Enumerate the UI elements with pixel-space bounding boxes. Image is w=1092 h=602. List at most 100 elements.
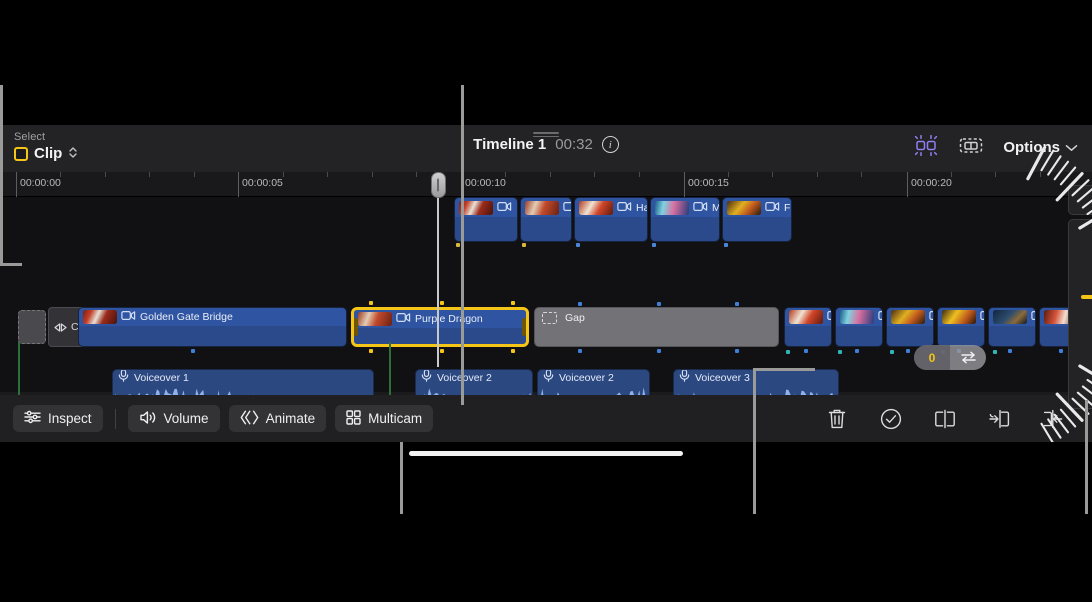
leader-line-left-top xyxy=(0,85,3,265)
clip-marker-dot xyxy=(191,349,195,353)
video-clip[interactable] xyxy=(988,307,1036,347)
gap-marker-dot xyxy=(657,349,661,353)
toolbar-multicam-button[interactable]: Multicam xyxy=(335,405,433,432)
audio-link-dot xyxy=(890,350,894,354)
audio-link-dot xyxy=(838,350,842,354)
speaker-waves-icon xyxy=(139,410,157,428)
clip-marker-dot xyxy=(652,243,656,247)
gap-marker-dot xyxy=(578,349,582,353)
toolbar-right-group xyxy=(824,406,1092,432)
video-clip[interactable] xyxy=(835,307,883,347)
storyline-edge-box[interactable] xyxy=(18,310,46,344)
toolbar-inspect-button[interactable]: Inspect xyxy=(13,405,103,432)
toolbar-animate-button[interactable]: Animate xyxy=(229,405,327,432)
ruler-tick-minor xyxy=(416,172,417,177)
leader-line-whoosh-stub xyxy=(753,368,815,371)
clip-thumbnail xyxy=(789,310,823,324)
video-clip[interactable] xyxy=(784,307,832,347)
selected-marker-dot xyxy=(440,301,444,305)
clip-thumbnail xyxy=(655,201,689,215)
clip-thumbnail xyxy=(840,310,874,324)
clip-thumbnail xyxy=(993,310,1027,324)
toolbar-left-group: Inspect Volume Animate Multicam xyxy=(0,405,433,432)
check-circle-icon[interactable] xyxy=(878,406,904,432)
rail-box-body[interactable] xyxy=(1068,219,1092,409)
storyline-clip[interactable] xyxy=(520,197,572,242)
ruler-tick-minor xyxy=(1040,172,1041,177)
trim-amount-pill[interactable]: 0 xyxy=(914,345,986,370)
clip-marker-dot xyxy=(1059,349,1063,353)
swap-arrows-icon[interactable] xyxy=(950,345,986,370)
leader-line-bottom-mid xyxy=(400,442,403,514)
trim-handle-right[interactable] xyxy=(522,318,526,336)
clip-frame-icon[interactable] xyxy=(958,134,984,161)
trim-start-icon[interactable] xyxy=(986,406,1012,432)
clip-name: Voiceover 1 xyxy=(134,372,189,384)
ruler-tick-minor xyxy=(372,172,373,177)
video-camera-icon xyxy=(121,308,136,326)
clip-name: Hap xyxy=(636,202,647,214)
split-clip-icon[interactable] xyxy=(932,406,958,432)
ruler-label: 00:00:10 xyxy=(461,177,506,189)
grid-four-icon xyxy=(346,410,361,428)
clip-thumbnail xyxy=(459,201,493,215)
video-clip[interactable] xyxy=(937,307,985,347)
options-button[interactable]: Options xyxy=(1003,139,1078,156)
clip-name: Purple Dragon xyxy=(415,313,483,325)
video-camera-icon xyxy=(827,308,831,326)
clip-marker-dot xyxy=(522,243,526,247)
video-clip[interactable]: Golden Gate Bridge xyxy=(78,307,347,347)
timeline-app-panel: Select Clip Timeline 1 00:32 i xyxy=(0,125,1092,442)
timeline-ruler[interactable]: 00:00:0000:00:0500:00:1000:00:1500:00:20 xyxy=(0,172,1092,197)
clip-name: M xyxy=(712,202,719,214)
ruler-tick-minor xyxy=(550,172,551,177)
selected-marker-dot xyxy=(440,349,444,353)
ruler-tick-minor xyxy=(149,172,150,177)
trim-handle-left[interactable] xyxy=(354,318,358,336)
ruler-label: 00:00:00 xyxy=(16,177,61,189)
gap-clip[interactable]: Gap xyxy=(534,307,779,347)
toolbar-volume-button[interactable]: Volume xyxy=(128,405,220,432)
selected-marker-dot xyxy=(369,301,373,305)
leader-line-left-stub xyxy=(0,263,22,266)
video-clip-selected[interactable]: Purple Dragon xyxy=(351,307,529,347)
clip-thumbnail xyxy=(891,310,925,324)
toolbar-button-label: Inspect xyxy=(48,411,92,426)
video-clip[interactable] xyxy=(886,307,934,347)
leader-line-playhead xyxy=(461,85,464,405)
info-circle-icon[interactable]: i xyxy=(602,136,619,153)
playhead-knob[interactable] xyxy=(431,172,446,198)
options-label: Options xyxy=(1003,139,1060,156)
clip-name: Voiceover 2 xyxy=(559,372,614,384)
toolbar-button-label: Volume xyxy=(164,411,209,426)
clip-marker-dot xyxy=(906,349,910,353)
sliders-icon xyxy=(24,410,41,427)
ruler-tick-minor xyxy=(639,172,640,177)
ruler-label: 00:00:20 xyxy=(907,177,952,189)
leader-line-whoosh xyxy=(753,368,756,514)
panel-grabber[interactable] xyxy=(533,132,559,139)
storyline-clip[interactable]: Hap xyxy=(574,197,648,242)
microphone-icon xyxy=(118,369,129,387)
microphone-icon xyxy=(421,369,432,387)
timeline-duration: 00:32 xyxy=(555,136,593,153)
toolbar-divider xyxy=(115,409,116,429)
storyline-clip[interactable]: M xyxy=(650,197,720,242)
duplicate-clip-icon[interactable] xyxy=(1040,406,1066,432)
transition-icon xyxy=(54,323,67,332)
clip-marker-dot xyxy=(456,243,460,247)
ruler-tick-minor xyxy=(995,172,996,177)
gap-label: Gap xyxy=(565,312,585,324)
clip-name: Golden Gate Bridge xyxy=(140,311,233,323)
highlight-clip-icon[interactable] xyxy=(913,134,939,161)
timeline-tracks[interactable]: Hap M F Cro... Golden Gate Bridge Purple… xyxy=(0,197,1092,392)
playhead-line xyxy=(437,172,439,367)
clip-marker-dot xyxy=(724,243,728,247)
storyline-clip[interactable]: F xyxy=(722,197,792,242)
rail-box-top[interactable] xyxy=(1068,185,1092,215)
header-actions: Options xyxy=(913,134,1078,161)
video-camera-icon xyxy=(878,308,882,326)
trash-icon[interactable] xyxy=(824,406,850,432)
video-camera-icon xyxy=(617,199,632,217)
ruler-tick-minor xyxy=(283,172,284,177)
